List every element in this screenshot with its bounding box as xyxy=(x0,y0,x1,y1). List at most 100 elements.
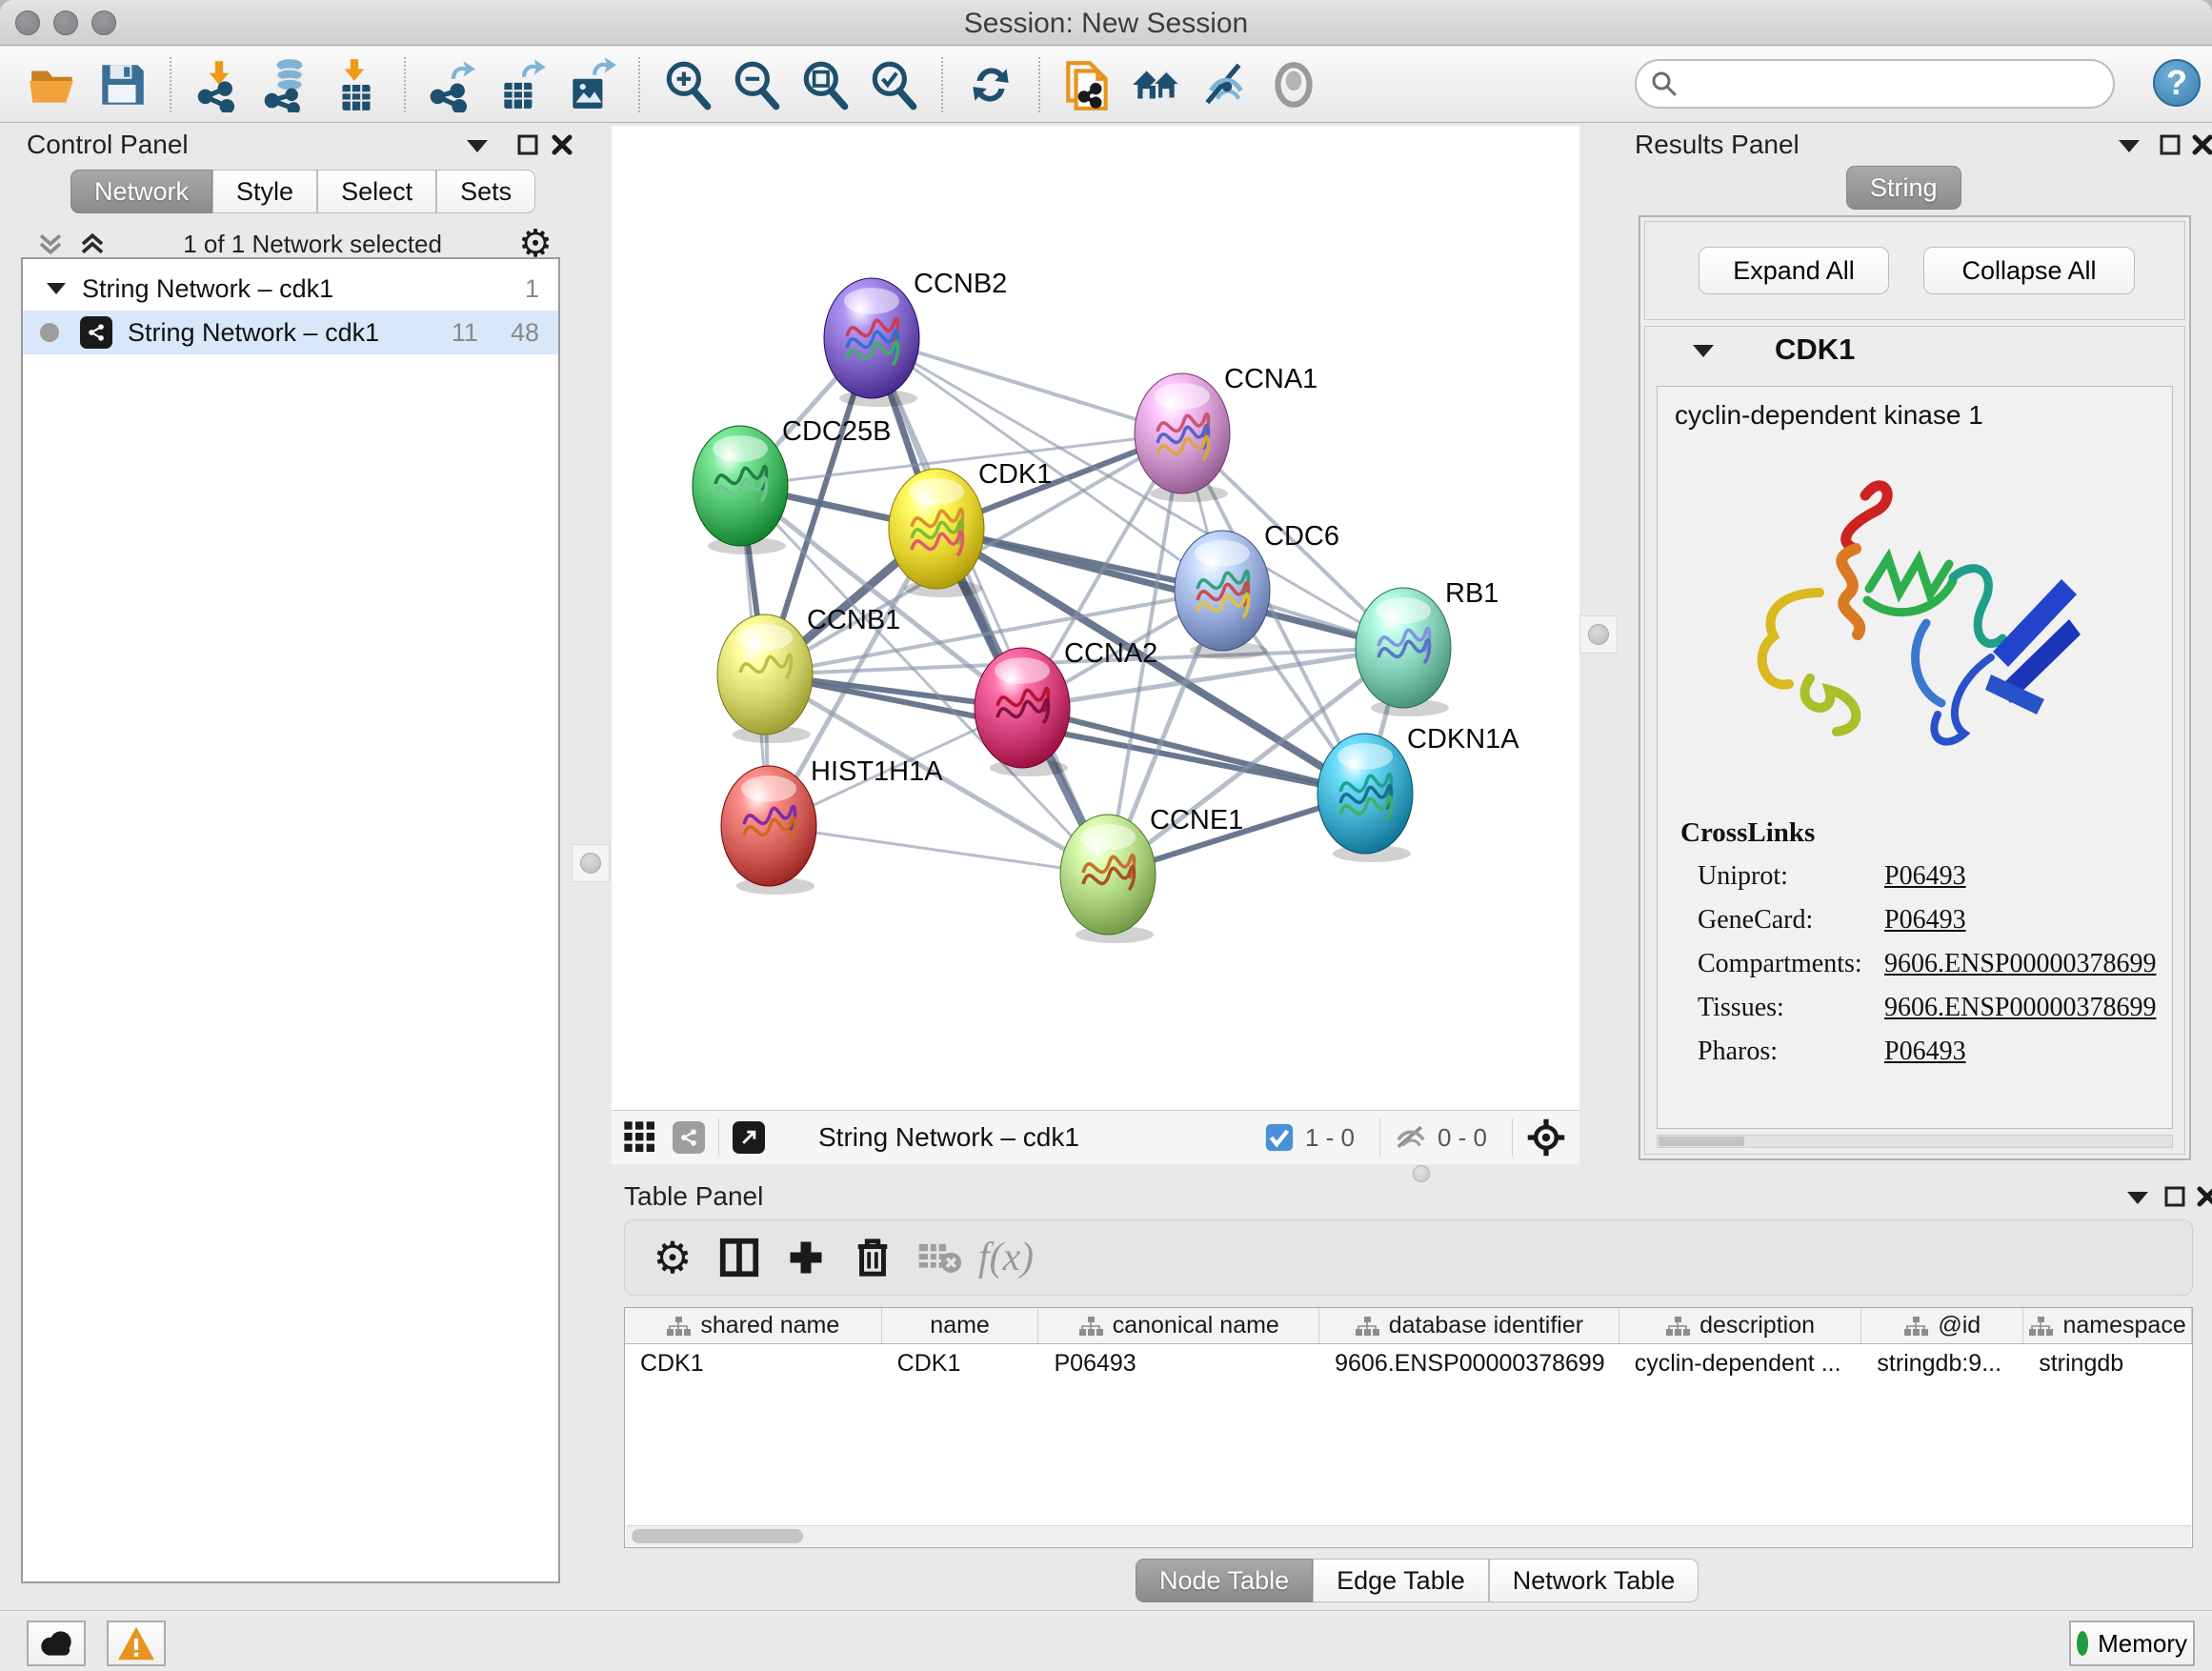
refresh-network-button[interactable] xyxy=(959,53,1022,116)
string-homes-button[interactable] xyxy=(1125,53,1188,116)
crosslink-link[interactable]: P06493 xyxy=(1884,861,1966,892)
node-highlight xyxy=(1155,383,1210,410)
crosslink-label: Tissues: xyxy=(1698,993,1784,1023)
zoom-in-button[interactable] xyxy=(656,53,719,116)
panel-menu-icon[interactable] xyxy=(2125,1189,2150,1206)
column-label: database identifier xyxy=(1389,1312,1583,1339)
cell-name[interactable]: CDK1 xyxy=(882,1344,1039,1384)
network-view-share-icon[interactable] xyxy=(673,1121,705,1154)
cloud-status-button[interactable] xyxy=(27,1621,86,1666)
close-panel-icon[interactable] xyxy=(2196,1185,2212,1208)
delete-table-button[interactable] xyxy=(909,1227,970,1288)
tab-network-table[interactable]: Network Table xyxy=(1489,1559,1699,1602)
column-header-description[interactable]: description xyxy=(1619,1308,1862,1343)
control-panel-title: Control Panel xyxy=(27,130,189,160)
overlay-eye-button[interactable] xyxy=(1262,53,1325,116)
crosslink-link[interactable]: P06493 xyxy=(1884,905,1966,936)
network-canvas[interactable]: CCNB2CCNA1CDC25BCDK1CDC6RB1CCNB1CCNA2CDK… xyxy=(612,126,1579,1110)
network-options-gear-icon[interactable]: ⚙ xyxy=(518,230,553,258)
cell-description[interactable]: cyclin-dependent ... xyxy=(1619,1344,1862,1384)
string-import-button[interactable] xyxy=(1056,53,1119,116)
export-image-button[interactable] xyxy=(559,53,622,116)
bottom-splitter-handle[interactable] xyxy=(1413,1165,1430,1182)
trash-icon xyxy=(853,1236,893,1279)
zoom-selected-button[interactable] xyxy=(862,53,925,116)
column-header-@id[interactable]: @id xyxy=(1861,1308,2023,1343)
table-options-button[interactable]: ⚙ xyxy=(642,1227,703,1288)
selected-counts: 1 - 0 xyxy=(1305,1123,1355,1153)
tab-select[interactable]: Select xyxy=(317,170,436,213)
crosslink-link[interactable]: 9606.ENSP00000378699 xyxy=(1884,949,2156,979)
gene-collapse-icon[interactable] xyxy=(1691,342,1716,359)
import-network-from-database-button[interactable] xyxy=(256,53,319,116)
float-panel-icon[interactable] xyxy=(516,133,539,156)
birdseye-view-icon[interactable] xyxy=(733,1121,765,1154)
network-edge-CCNE1-HIST1H1A[interactable] xyxy=(769,826,1108,875)
warning-status-button[interactable] xyxy=(107,1621,166,1666)
cell-canonical-name[interactable]: P06493 xyxy=(1038,1344,1319,1384)
expand-all-icon[interactable] xyxy=(78,230,107,258)
add-column-button[interactable] xyxy=(775,1227,836,1288)
show-hide-glass-button[interactable] xyxy=(1194,53,1257,116)
collection-expand-icon[interactable] xyxy=(46,281,67,296)
export-table-button[interactable] xyxy=(491,53,553,116)
table-row[interactable]: CDK1CDK1P064939606.ENSP00000378699cyclin… xyxy=(625,1344,2192,1384)
column-header-canonical-name[interactable]: canonical name xyxy=(1038,1308,1319,1343)
network-label: String Network – cdk1 xyxy=(128,318,379,348)
column-header-database-identifier[interactable]: database identifier xyxy=(1319,1308,1619,1343)
tab-style[interactable]: Style xyxy=(212,170,317,213)
hierarchy-icon xyxy=(1903,1316,1928,1337)
fit-crosshair-icon[interactable] xyxy=(1526,1117,1566,1158)
cell-@id[interactable]: stringdb:9... xyxy=(1861,1344,2023,1384)
crosslink-link[interactable]: 9606.ENSP00000378699 xyxy=(1884,993,2156,1023)
tab-sets[interactable]: Sets xyxy=(436,170,535,213)
selected-checkbox-icon[interactable] xyxy=(1263,1121,1296,1154)
import-network-file-button[interactable] xyxy=(188,53,251,116)
search-input[interactable] xyxy=(1679,69,2100,100)
open-session-button[interactable] xyxy=(22,53,85,116)
delete-column-button[interactable] xyxy=(842,1227,903,1288)
collapse-all-icon[interactable] xyxy=(36,230,65,258)
node-label-CCNA2: CCNA2 xyxy=(1064,638,1157,669)
float-panel-icon[interactable] xyxy=(2163,1185,2186,1208)
grid-view-icon[interactable] xyxy=(621,1118,659,1157)
network-collection-row[interactable]: String Network – cdk1 1 xyxy=(23,267,558,311)
crosslink-link[interactable]: P06493 xyxy=(1884,1037,1966,1067)
export-network-button[interactable] xyxy=(422,53,485,116)
tab-string[interactable]: String xyxy=(1846,166,1961,210)
column-header-namespace[interactable]: namespace xyxy=(2023,1308,2192,1343)
results-horizontal-scrollbar[interactable] xyxy=(1657,1135,2173,1148)
left-splitter-handle[interactable] xyxy=(572,844,610,882)
cell-namespace[interactable]: stringdb xyxy=(2023,1344,2192,1384)
float-panel-icon[interactable] xyxy=(2159,133,2182,156)
close-panel-icon[interactable] xyxy=(551,133,573,156)
control-panel: Control Panel Network Style Select Sets … xyxy=(10,128,570,1589)
zoom-fit-button[interactable] xyxy=(794,53,856,116)
hidden-eye-icon[interactable] xyxy=(1394,1123,1428,1152)
memory-button[interactable]: Memory xyxy=(2069,1621,2195,1666)
function-builder-button[interactable]: f(x) xyxy=(975,1227,1036,1288)
tab-edge-table[interactable]: Edge Table xyxy=(1313,1559,1489,1602)
tab-node-table[interactable]: Node Table xyxy=(1136,1559,1313,1602)
save-session-button[interactable] xyxy=(90,53,153,116)
tab-network[interactable]: Network xyxy=(70,170,212,213)
table-horizontal-scrollbar[interactable] xyxy=(626,1525,2191,1546)
panel-menu-icon[interactable] xyxy=(2117,137,2142,154)
network-edge-CCNB2-CCNE1[interactable] xyxy=(872,338,1108,875)
close-panel-icon[interactable] xyxy=(2191,133,2212,156)
network-row[interactable]: String Network – cdk1 11 48 xyxy=(23,311,558,354)
panel-menu-icon[interactable] xyxy=(465,137,490,154)
right-splitter-handle[interactable] xyxy=(1579,615,1618,654)
expand-all-button[interactable]: Expand All xyxy=(1699,247,1889,294)
column-header-name[interactable]: name xyxy=(882,1308,1039,1343)
collapse-all-button[interactable]: Collapse All xyxy=(1923,247,2135,294)
cell-database-identifier[interactable]: 9606.ENSP00000378699 xyxy=(1319,1344,1619,1384)
zoom-out-button[interactable] xyxy=(725,53,788,116)
show-columns-button[interactable] xyxy=(709,1227,770,1288)
hierarchy-icon xyxy=(1355,1316,1379,1337)
help-button[interactable]: ? xyxy=(2153,59,2201,107)
import-table-button[interactable] xyxy=(325,53,388,116)
table-tabs: Node Table Edge Table Network Table xyxy=(1136,1559,1699,1602)
column-header-shared-name[interactable]: shared name xyxy=(625,1308,882,1343)
cell-shared-name[interactable]: CDK1 xyxy=(625,1344,882,1384)
